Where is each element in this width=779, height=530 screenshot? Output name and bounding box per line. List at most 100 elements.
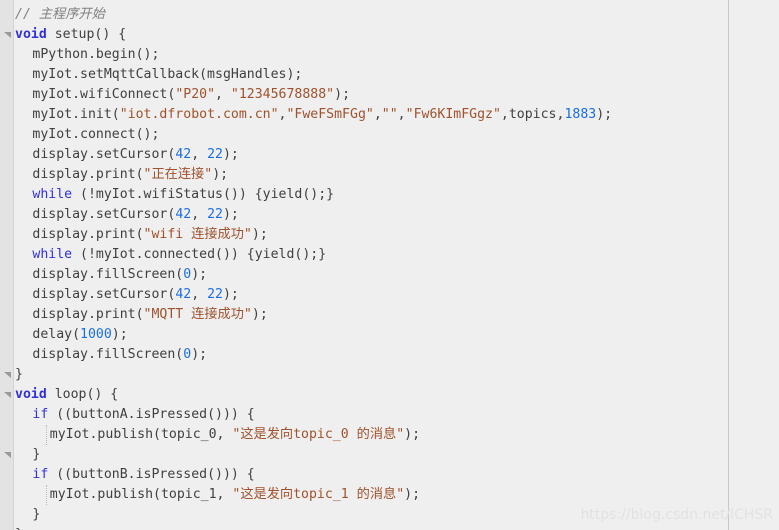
fold-arrow-icon[interactable] (2, 385, 12, 405)
code-token-plain: , (215, 87, 231, 102)
code-token-num: 0 (183, 267, 192, 282)
code-token-plain: ); (191, 267, 208, 282)
code-token-plain: display.print( (32, 227, 144, 242)
code-token-num: 22 (207, 287, 223, 302)
code-token-kw: void (15, 387, 47, 402)
code-token-plain: ); (222, 207, 239, 222)
code-token-plain: } (32, 507, 41, 522)
code-content[interactable]: // 主程序开始 void setup() { mPython.begin(); my… (15, 5, 779, 530)
indent-guide (45, 425, 48, 445)
code-token-plain: ); (222, 147, 239, 162)
code-line[interactable]: display.print("正在连接"); (15, 165, 779, 185)
code-token-plain: myIot.setMqttCallback(msgHandles); (32, 67, 303, 82)
code-token-plain: display.setCursor( (32, 207, 176, 222)
code-token-cmt: // 主程序开始 (15, 7, 105, 22)
code-token-plain: } (15, 367, 23, 382)
code-line[interactable]: display.fillScreen(0); (15, 345, 779, 365)
code-line[interactable]: display.setCursor(42, 22); (15, 285, 779, 305)
code-token-str: "Fw6KImFGgz" (405, 107, 501, 122)
code-line[interactable]: } (15, 445, 779, 465)
code-token-str: "FweFSmFGg" (286, 107, 374, 122)
code-token-plain: myIot.connect(); (32, 127, 160, 142)
code-token-str: "iot.dfrobot.com.cn" (119, 107, 279, 122)
code-token-plain: myIot.publish(topic_1, (49, 487, 233, 502)
code-token-plain: myIot.init( (32, 107, 120, 122)
code-token-num: 1000 (80, 327, 112, 342)
code-token-plain: (!myIot.wifiStatus()) {yield();} (72, 187, 335, 202)
fold-arrow-icon[interactable] (2, 445, 12, 465)
code-line[interactable]: myIot.wifiConnect("P20", "12345678888"); (15, 85, 779, 105)
code-token-plain: , (397, 107, 406, 122)
code-token-num: 42 (175, 207, 192, 222)
code-token-num: 1883 (564, 107, 597, 122)
fold-arrow-icon[interactable] (2, 25, 12, 45)
code-token-plain: , (191, 287, 208, 302)
code-token-plain: ); (404, 427, 421, 442)
code-token-str: "这是发向topic_1 的消息" (232, 487, 405, 502)
code-token-plain: , (191, 207, 208, 222)
code-token-str: "这是发向topic_0 的消息" (232, 427, 405, 442)
code-line[interactable]: // 主程序开始 (15, 5, 779, 25)
code-token-plain: ,topics, (500, 107, 565, 122)
code-token-plain: loop() { (46, 387, 119, 402)
code-token-plain: (!myIot.connected()) {yield();} (72, 247, 327, 262)
code-line[interactable]: display.print("wifi 连接成功"); (15, 225, 779, 245)
code-token-num: 42 (175, 287, 192, 302)
code-token-plain: ); (212, 167, 229, 182)
code-line[interactable]: myIot.setMqttCallback(msgHandles); (15, 65, 779, 85)
code-token-plain: ); (251, 307, 268, 322)
code-line[interactable]: myIot.init("iot.dfrobot.com.cn","FweFSmF… (15, 105, 779, 125)
code-token-plain: ); (251, 227, 268, 242)
code-token-plain: , (373, 107, 382, 122)
code-token-kw2: while (32, 187, 73, 202)
fold-arrow-icon[interactable] (2, 365, 12, 385)
code-token-plain: ((buttonB.isPressed())) { (48, 467, 255, 482)
code-line[interactable]: myIot.publish(topic_0, "这是发向topic_0 的消息"… (15, 425, 779, 445)
code-token-plain: display.setCursor( (32, 147, 176, 162)
watermark-text: https://blog.csdn.net/lCHSR (580, 507, 773, 523)
code-line[interactable]: void setup() { (15, 25, 779, 45)
code-token-plain: setup() { (46, 27, 127, 42)
code-token-str: "MQTT 连接成功" (143, 307, 252, 322)
code-token-plain: display.print( (32, 167, 144, 182)
code-token-plain: } (32, 447, 41, 462)
code-token-plain: ((buttonA.isPressed())) { (48, 407, 255, 422)
code-token-plain: ); (222, 287, 239, 302)
code-line[interactable]: display.setCursor(42, 22); (15, 145, 779, 165)
code-token-plain: mPython.begin(); (32, 47, 160, 62)
code-token-plain: ); (111, 327, 128, 342)
code-token-plain: ); (334, 87, 351, 102)
code-line[interactable]: display.setCursor(42, 22); (15, 205, 779, 225)
code-line[interactable]: mPython.begin(); (15, 45, 779, 65)
code-token-str: "" (381, 107, 398, 122)
code-token-plain: display.print( (32, 307, 144, 322)
code-line[interactable]: } (15, 365, 779, 385)
code-line[interactable]: if ((buttonA.isPressed())) { (15, 405, 779, 425)
indent-guide (45, 485, 48, 505)
code-line[interactable]: void loop() { (15, 385, 779, 405)
code-token-plain: display.fillScreen( (32, 347, 184, 362)
code-token-str: "正在连接" (143, 167, 213, 182)
code-token-str: "wifi 连接成功" (143, 227, 252, 242)
code-token-str: "12345678888" (230, 87, 335, 102)
code-line[interactable]: display.fillScreen(0); (15, 265, 779, 285)
code-token-kw: void (15, 27, 47, 42)
code-line[interactable]: display.print("MQTT 连接成功"); (15, 305, 779, 325)
code-line[interactable]: if ((buttonB.isPressed())) { (15, 465, 779, 485)
code-token-plain: ); (596, 107, 613, 122)
code-token-plain: ); (404, 487, 421, 502)
code-token-str: "P20" (175, 87, 216, 102)
code-line[interactable]: myIot.publish(topic_1, "这是发向topic_1 的消息"… (15, 485, 779, 505)
fold-gutter[interactable] (0, 0, 14, 530)
code-token-plain: , (191, 147, 208, 162)
code-line[interactable]: myIot.connect(); (15, 125, 779, 145)
code-line[interactable]: while (!myIot.wifiStatus()) {yield();} (15, 185, 779, 205)
code-token-kw2: while (32, 247, 73, 262)
code-line[interactable]: } (15, 525, 779, 530)
code-line[interactable]: while (!myIot.connected()) {yield();} (15, 245, 779, 265)
code-token-num: 22 (207, 147, 223, 162)
code-editor-pane[interactable]: // 主程序开始 void setup() { mPython.begin(); my… (0, 0, 779, 530)
code-line[interactable]: delay(1000); (15, 325, 779, 345)
code-token-kw2: if (32, 467, 49, 482)
code-token-plain: myIot.publish(topic_0, (49, 427, 233, 442)
